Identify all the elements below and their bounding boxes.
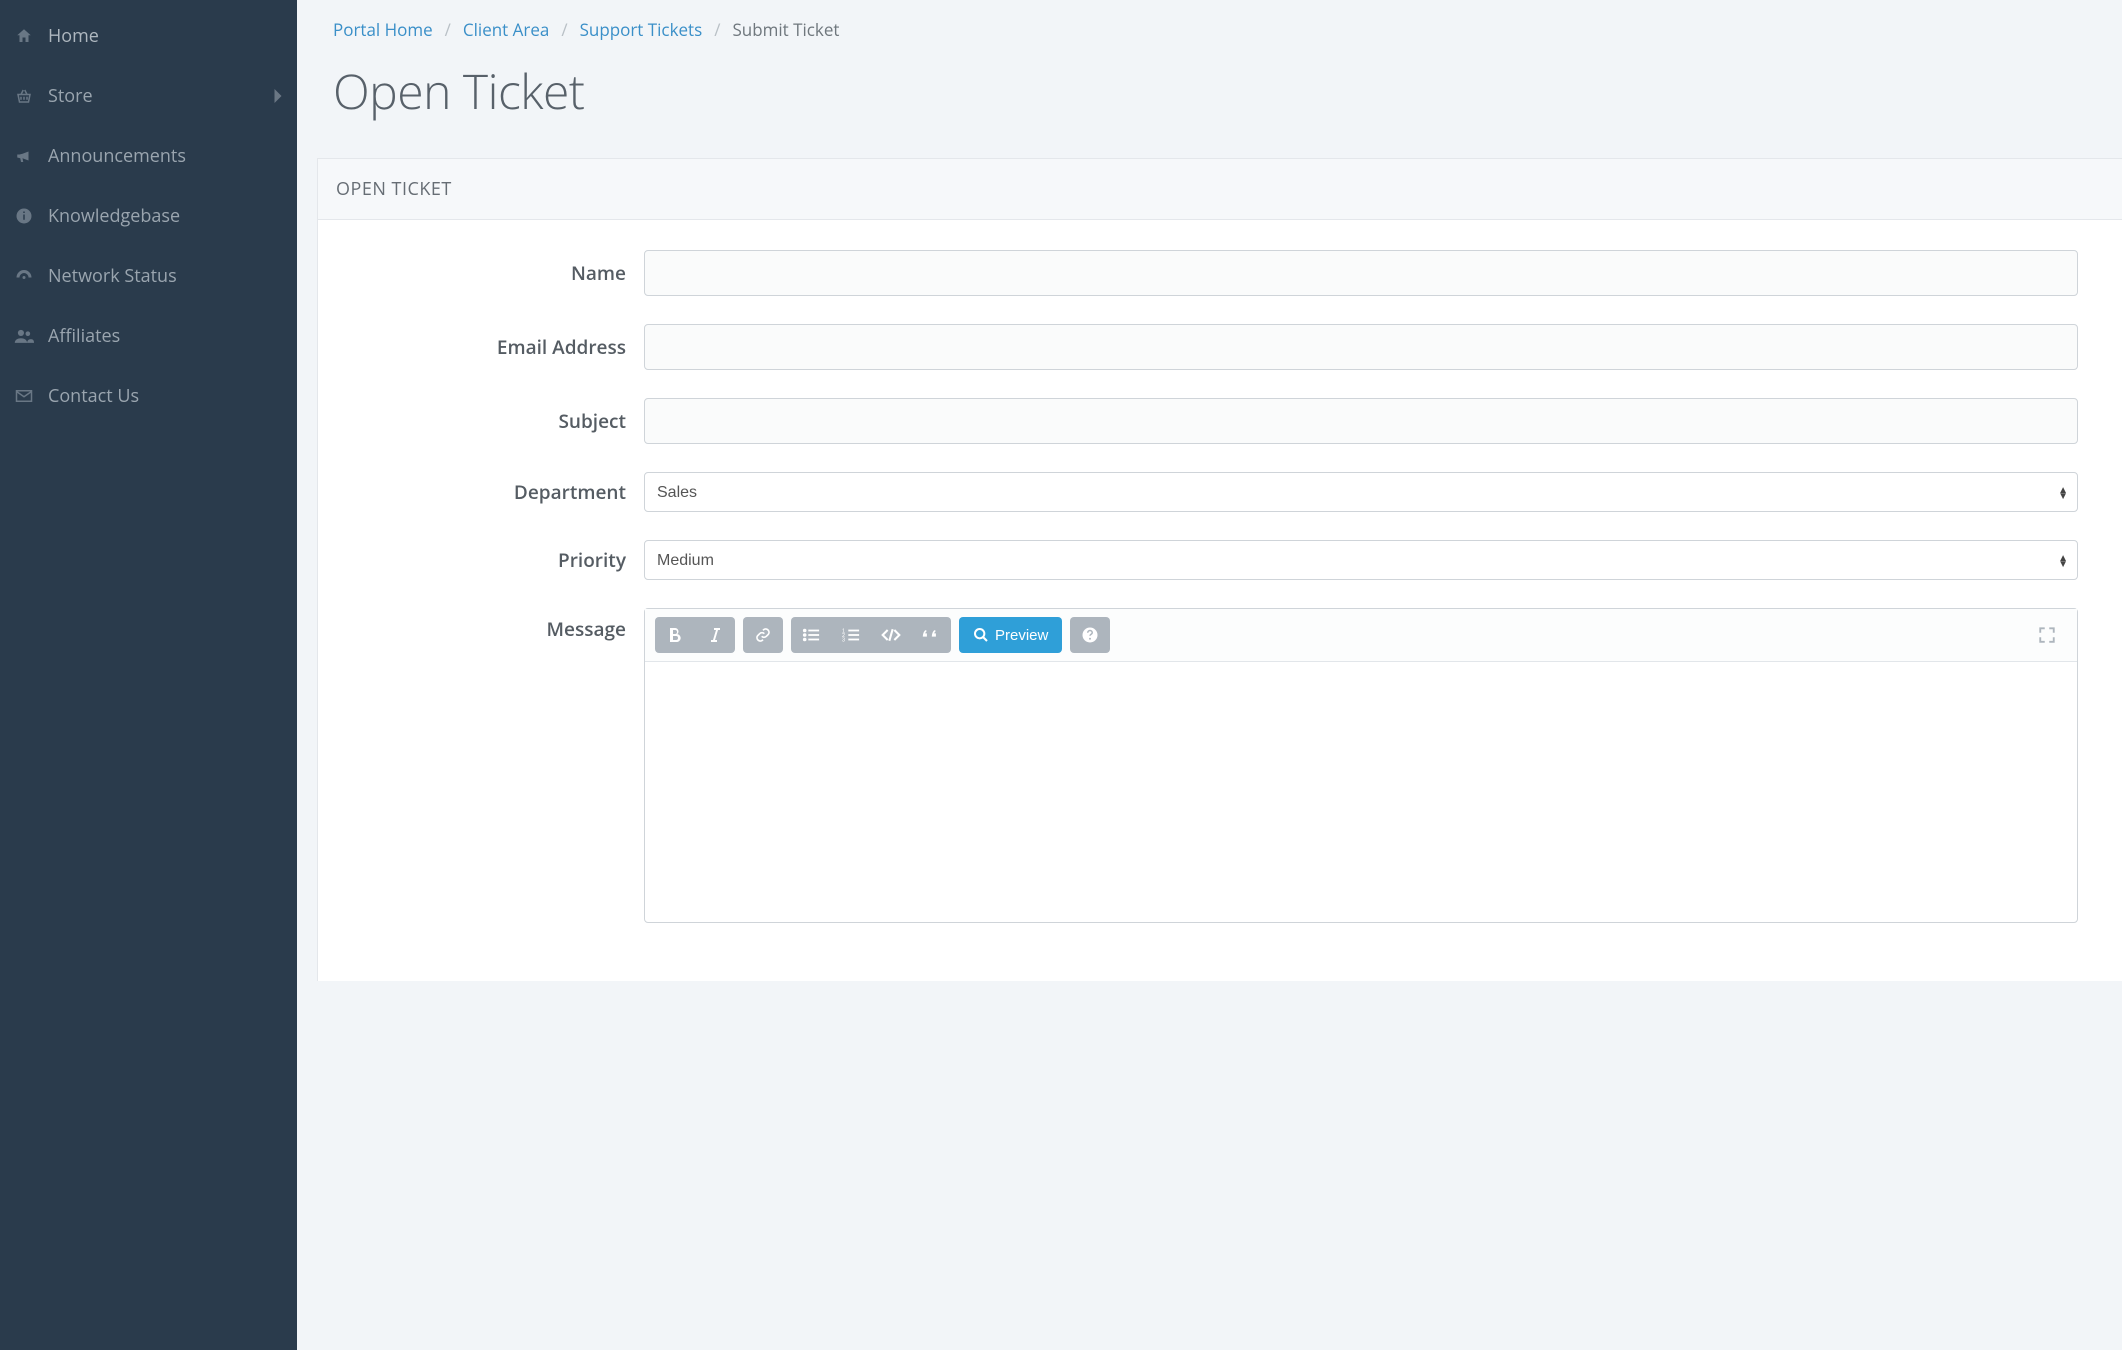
- label-message: Message: [362, 608, 644, 642]
- label-priority: Priority: [362, 547, 644, 573]
- users-icon: [10, 327, 38, 345]
- label-email: Email Address: [362, 334, 644, 360]
- subject-input[interactable]: [644, 398, 2078, 444]
- editor-quote-button[interactable]: [911, 617, 951, 653]
- dashboard-icon: [10, 267, 38, 285]
- breadcrumb-client-area[interactable]: Client Area: [463, 18, 549, 41]
- sidebar-item-label: Announcements: [48, 144, 186, 168]
- home-icon: [10, 27, 38, 45]
- department-select[interactable]: Sales: [644, 472, 2078, 512]
- breadcrumb-separator: /: [439, 18, 457, 41]
- editor-fullscreen-button[interactable]: [2027, 617, 2067, 653]
- sidebar-item-label: Home: [48, 24, 99, 48]
- label-subject: Subject: [362, 408, 644, 434]
- basket-icon: [10, 87, 38, 105]
- label-name: Name: [362, 260, 644, 286]
- editor-code-button[interactable]: [871, 617, 911, 653]
- editor-preview-label: Preview: [995, 627, 1048, 644]
- breadcrumb-current: Submit Ticket: [732, 18, 839, 41]
- chevron-right-icon: [273, 89, 283, 103]
- envelope-icon: [10, 389, 38, 403]
- sidebar-item-label: Affiliates: [48, 324, 120, 348]
- editor-toolbar: 123: [645, 609, 2077, 662]
- editor-ol-button[interactable]: 123: [831, 617, 871, 653]
- breadcrumb-support-tickets[interactable]: Support Tickets: [580, 18, 703, 41]
- sidebar-item-knowledgebase[interactable]: Knowledgebase: [0, 186, 297, 246]
- sidebar-item-affiliates[interactable]: Affiliates: [0, 306, 297, 366]
- bullhorn-icon: [10, 147, 38, 165]
- message-editor: 123: [644, 608, 2078, 923]
- editor-preview-button[interactable]: Preview: [959, 617, 1062, 653]
- sidebar-item-announcements[interactable]: Announcements: [0, 126, 297, 186]
- editor-italic-button[interactable]: [695, 617, 735, 653]
- editor-link-button[interactable]: [743, 617, 783, 653]
- sidebar-item-contact-us[interactable]: Contact Us: [0, 366, 297, 426]
- email-input[interactable]: [644, 324, 2078, 370]
- page-title: Open Ticket: [333, 59, 2086, 124]
- panel-title: OPEN TICKET: [318, 159, 2122, 220]
- editor-ul-button[interactable]: [791, 617, 831, 653]
- info-icon: [10, 207, 38, 225]
- name-input[interactable]: [644, 250, 2078, 296]
- sidebar-item-store[interactable]: Store: [0, 66, 297, 126]
- message-textarea[interactable]: [645, 662, 2077, 922]
- breadcrumb-separator: /: [555, 18, 573, 41]
- breadcrumb: Portal Home / Client Area / Support Tick…: [333, 18, 2086, 41]
- sidebar: Home Store Announcements Knowledgebase: [0, 0, 297, 1350]
- editor-bold-button[interactable]: [655, 617, 695, 653]
- sidebar-item-network-status[interactable]: Network Status: [0, 246, 297, 306]
- priority-select[interactable]: Medium: [644, 540, 2078, 580]
- breadcrumb-separator: /: [708, 18, 726, 41]
- svg-text:3: 3: [842, 637, 845, 643]
- label-department: Department: [362, 479, 644, 505]
- sidebar-item-home[interactable]: Home: [0, 6, 297, 66]
- sidebar-item-label: Network Status: [48, 264, 177, 288]
- editor-help-button[interactable]: [1070, 617, 1110, 653]
- open-ticket-panel: OPEN TICKET Name Email Address Subject: [317, 158, 2122, 981]
- sidebar-item-label: Contact Us: [48, 384, 139, 408]
- main-content: Portal Home / Client Area / Support Tick…: [297, 0, 2122, 1350]
- breadcrumb-portal-home[interactable]: Portal Home: [333, 18, 433, 41]
- sidebar-item-label: Store: [48, 84, 93, 108]
- sidebar-item-label: Knowledgebase: [48, 204, 180, 228]
